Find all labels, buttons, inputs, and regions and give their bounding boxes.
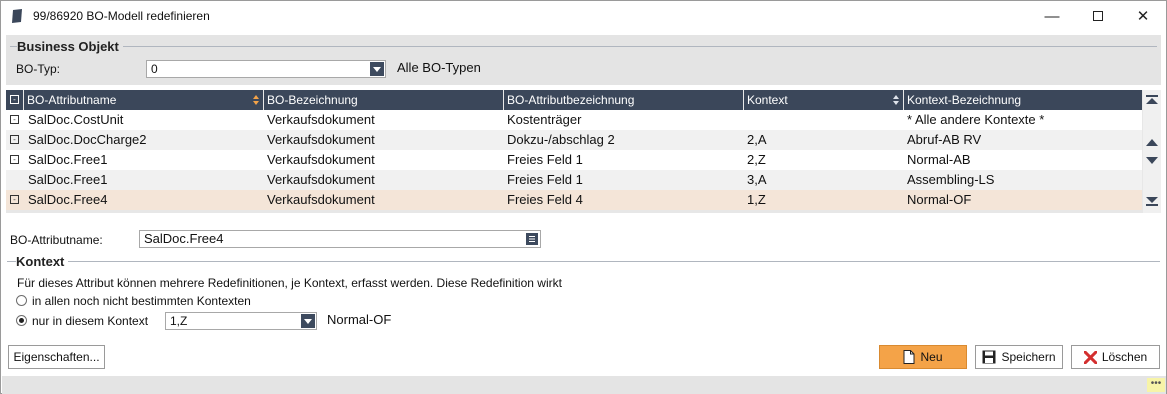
- app-icon: [12, 9, 22, 23]
- cell-attr-bez: Freies Feld 1: [507, 152, 583, 167]
- cell-name: SalDoc.DocCharge2: [28, 132, 147, 147]
- cell-kontext-bez: Abruf-AB RV: [907, 132, 982, 147]
- window-title: 99/86920 BO-Modell redefinieren: [33, 9, 210, 23]
- bo-typ-label: BO-Typ:: [16, 62, 61, 76]
- cell-name: SalDoc.CostUnit: [28, 112, 124, 127]
- cell-kontext: 1,Z: [747, 192, 766, 207]
- minimize-button[interactable]: —: [1029, 1, 1075, 31]
- table-row[interactable]: SalDoc.Free1 Verkaufsdokument Freies Feld …: [6, 170, 1142, 190]
- table-row[interactable]: - SalDoc.DocCharge2 Verkaufsdokument Dokzu-…: [6, 130, 1142, 150]
- scroll-top-icon[interactable]: [1146, 95, 1158, 104]
- business-objekt-legend: Business Objekt: [17, 39, 123, 54]
- cell-kontext-bez: Normal-OF: [907, 192, 972, 207]
- maximize-button[interactable]: [1075, 1, 1121, 31]
- cell-kontext: 2,Z: [747, 152, 766, 167]
- business-objekt-panel: Business Objekt BO-Typ: 0 Alle BO-Typen: [6, 35, 1161, 85]
- kontext-description: Normal-OF: [327, 312, 392, 327]
- delete-button[interactable]: Löschen: [1071, 345, 1160, 369]
- scroll-down-icon[interactable]: [1146, 157, 1158, 164]
- kontext-value: 1,Z: [170, 314, 188, 328]
- legend-divider: [10, 46, 1157, 47]
- col-bo-attributname[interactable]: BO-Attributname: [24, 90, 264, 110]
- cell-kontext-bez: Normal-AB: [907, 152, 971, 167]
- row-expand-icon[interactable]: -: [10, 155, 19, 164]
- new-button-label: Neu: [920, 350, 943, 364]
- cell-bez: Verkaufsdokument: [267, 132, 375, 147]
- minimize-icon: —: [1044, 7, 1060, 25]
- row-expand-icon[interactable]: -: [10, 135, 19, 144]
- scroll-bottom-icon[interactable]: [1146, 197, 1158, 206]
- cell-kontext-bez: Assembling-LS: [907, 172, 995, 187]
- eigenschaften-button[interactable]: Eigenschaften...: [8, 345, 105, 369]
- cell-bez: Verkaufsdokument: [267, 152, 375, 167]
- new-button[interactable]: Neu: [879, 345, 967, 369]
- col-bo-attributbezeichnung[interactable]: BO-Attributbezeichnung: [504, 90, 744, 110]
- close-button[interactable]: ✕: [1120, 1, 1166, 31]
- attr-name-field[interactable]: SalDoc.Free4: [139, 230, 541, 248]
- chevron-down-icon[interactable]: [370, 62, 384, 76]
- scroll-up-icon[interactable]: [1146, 139, 1158, 146]
- cell-kontext-bez: * Alle andere Kontexte *: [907, 112, 1045, 127]
- cell-bez: Verkaufsdokument: [267, 172, 375, 187]
- bo-typ-value: 0: [151, 62, 158, 76]
- save-button-label: Speichern: [1001, 350, 1056, 364]
- kontext-select[interactable]: 1,Z: [165, 312, 317, 330]
- delete-button-label: Löschen: [1101, 350, 1148, 364]
- bo-typ-description: Alle BO-Typen: [397, 60, 481, 75]
- kontext-divider: [7, 261, 1160, 262]
- radio-all-contexts[interactable]: [16, 295, 27, 306]
- save-button[interactable]: Speichern: [975, 345, 1063, 369]
- col-kontext-bezeichnung[interactable]: Kontext-Bezeichnung: [904, 90, 1142, 110]
- cell-kontext: 3,A: [747, 172, 767, 187]
- cell-kontext: 2,A: [747, 132, 767, 147]
- dialog-window: 99/86920 BO-Modell redefinieren — ✕ Busi…: [0, 0, 1167, 394]
- bo-typ-select[interactable]: 0: [146, 60, 386, 78]
- attribute-grid: - BO-Attributname BO-Bezeichnung BO-Attr…: [6, 90, 1161, 213]
- new-document-icon: [903, 350, 915, 364]
- header-expand-cell[interactable]: -: [6, 90, 24, 110]
- cell-attr-bez: Kostenträger: [507, 112, 582, 127]
- attr-name-label: BO-Attributname:: [10, 233, 103, 247]
- grid-header: - BO-Attributname BO-Bezeichnung BO-Attr…: [6, 90, 1142, 110]
- attr-name-value: SalDoc.Free4: [144, 231, 224, 246]
- delete-x-icon: [1083, 350, 1097, 364]
- col-bo-attributname-label: BO-Attributname: [27, 93, 117, 107]
- cell-attr-bez: Freies Feld 4: [507, 192, 583, 207]
- radio-this-context[interactable]: [16, 315, 27, 326]
- col-kontext[interactable]: Kontext: [744, 90, 904, 110]
- list-icon[interactable]: [526, 233, 538, 245]
- eigenschaften-button-label: Eigenschaften...: [13, 350, 100, 364]
- col-bo-bezeichnung[interactable]: BO-Bezeichnung: [264, 90, 504, 110]
- kontext-info-text: Für dieses Attribut können mehrere Redef…: [17, 276, 562, 290]
- grid-scrollbar[interactable]: [1143, 90, 1161, 213]
- radio-this-context-label[interactable]: nur in diesem Kontext: [32, 314, 148, 328]
- table-row[interactable]: - SalDoc.Free4 Verkaufsdokument Freies Feld…: [6, 190, 1142, 210]
- cell-name: SalDoc.Free4: [28, 192, 108, 207]
- sort-asc-icon: [253, 95, 259, 105]
- cell-name: SalDoc.Free1: [28, 152, 108, 167]
- col-kontext-label: Kontext: [747, 93, 788, 107]
- row-expand-icon[interactable]: -: [10, 115, 19, 124]
- title-bar: 99/86920 BO-Modell redefinieren — ✕: [1, 1, 1166, 31]
- cell-name: SalDoc.Free1: [28, 172, 108, 187]
- sort-icon: [893, 95, 899, 105]
- row-expand-icon[interactable]: -: [10, 195, 19, 204]
- radio-all-contexts-label[interactable]: in allen noch nicht bestimmten Kontexten: [32, 294, 251, 308]
- floppy-disk-icon: [982, 350, 996, 364]
- cell-attr-bez: Dokzu-/abschlag 2: [507, 132, 615, 147]
- collapse-all-icon: -: [10, 95, 19, 104]
- chevron-down-icon[interactable]: [301, 314, 315, 328]
- close-icon: ✕: [1136, 8, 1150, 25]
- cell-attr-bez: Freies Feld 1: [507, 172, 583, 187]
- cell-bez: Verkaufsdokument: [267, 192, 375, 207]
- kontext-legend: Kontext: [16, 254, 69, 269]
- status-strip: [2, 376, 1166, 394]
- resize-grip-icon[interactable]: •••: [1147, 378, 1165, 392]
- table-row[interactable]: - SalDoc.Free1 Verkaufsdokument Freies Feld…: [6, 150, 1142, 170]
- table-row[interactable]: - SalDoc.CostUnit Verkaufsdokument Kostentr…: [6, 110, 1142, 130]
- maximize-icon: [1093, 11, 1103, 21]
- cell-bez: Verkaufsdokument: [267, 112, 375, 127]
